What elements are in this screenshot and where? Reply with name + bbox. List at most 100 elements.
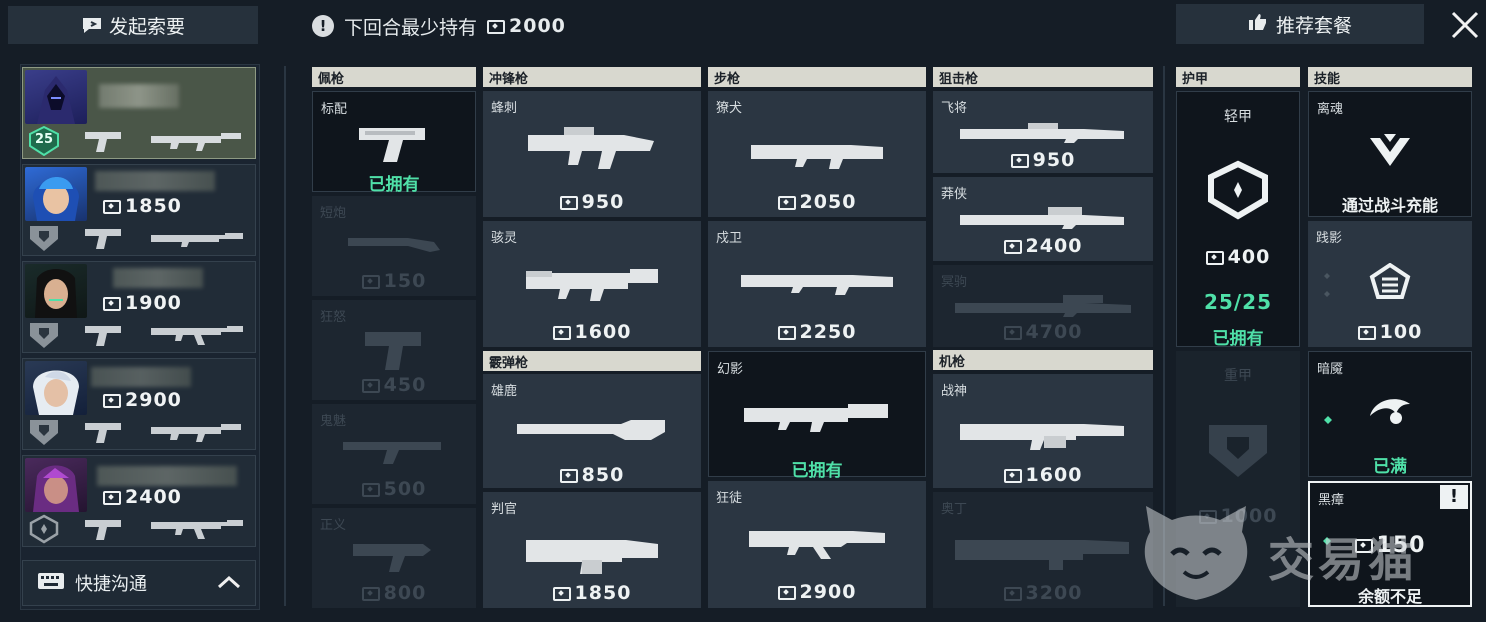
min-hold-notice: ! 下回合最少持有 2000 [312,13,566,39]
weapon-icon [958,121,1128,147]
weapon-cell-guardian[interactable]: 戍卫 2250 [708,221,926,347]
watermark-logo-icon [1136,502,1256,606]
player-money: 1850 [103,195,182,217]
quick-comm-label: 快捷沟通 [75,574,147,595]
player-card[interactable]: 2900 [22,358,256,450]
weapon-cell-classic[interactable]: 标配 已拥有 [312,91,476,195]
avatar [25,264,87,318]
keyboard-icon [37,572,65,595]
credits-icon [487,19,506,34]
weapon-icon [524,125,660,175]
weapon-icon [522,532,662,580]
player-name-blurred [97,466,237,486]
weapon-cell-ares[interactable]: 战神 1600 [933,374,1153,488]
category-header-smg: 冲锋枪 [483,67,701,87]
weapon-cell-odin[interactable]: 奥丁 3200 [933,492,1153,608]
category-header-shotgun: 霰弹枪 [483,351,701,371]
weapon-cell-operator[interactable]: 冥驹 4700 [933,265,1153,347]
weapon-price: 3200 [933,582,1153,604]
weapon-icon [953,528,1133,576]
ability-status: 通过战斗充能 [1341,196,1438,215]
weapon-price: 1600 [483,321,701,343]
request-icon [81,16,101,34]
player-name-blurred [91,367,191,387]
weapon-price: 150 [312,270,476,292]
owned-label: 已拥有 [791,461,843,481]
ability-cell-3[interactable]: 暗魇 已满 [1308,351,1472,477]
armor-cell-light[interactable]: 轻甲 400 25/25 已拥有 [1176,91,1300,349]
weapon-cell-bucky[interactable]: 雄鹿 850 [483,374,701,488]
weapon-cell-judge[interactable]: 判官 1850 [483,492,701,608]
category-header-armor: 护甲 [1176,67,1300,87]
weapon-price: 1850 [483,582,701,604]
weapon-icon [747,523,887,565]
player-card-self[interactable]: 25 [22,67,256,159]
alert-icon: ! [1440,485,1468,509]
category-header-snipers: 狙击枪 [933,67,1153,87]
category-header-sidearms: 佩枪 [312,67,476,87]
weapon-price: 2900 [708,581,926,603]
weapon-cell-spectre[interactable]: 骇灵 1600 [483,221,701,347]
weapon-icon [742,398,892,436]
player-card[interactable]: 1850 [22,164,256,256]
rifle-icon [149,130,245,156]
weapon-icon [747,135,887,175]
level-badge: 25 [27,125,61,157]
weapon-cell-sheriff[interactable]: 正义 800 [312,508,476,608]
request-button[interactable]: 发起索要 [8,6,258,44]
ability-price: 100 [1308,321,1472,343]
player-card[interactable]: 2400 [22,455,256,547]
shield-icon [27,417,61,447]
armor-price: 400 [1177,246,1299,268]
weapon-icon [355,122,433,168]
ability-status: 已满 [1373,457,1407,477]
weapon-cell-shorty[interactable]: 短炮 150 [312,196,476,296]
weapon-name: 标配 [321,102,348,117]
player-name-blurred [99,84,179,108]
weapon-cell-frenzy[interactable]: 狂怒 450 [312,300,476,400]
weapon-icon [739,267,895,301]
quick-comm-button[interactable]: 快捷沟通 [22,560,256,606]
weapon-icon [359,328,429,376]
rifle-icon [149,516,245,546]
weapon-cell-outlaw[interactable]: 莽侠 2400 [933,177,1153,261]
weapon-icon [958,414,1128,454]
thumbs-up-icon [1248,13,1268,36]
weapon-cell-bulldog[interactable]: 獠犬 2050 [708,91,926,217]
recommend-label: 推荐套餐 [1275,14,1352,37]
ability-icon [1366,394,1414,432]
weapon-price: 950 [483,191,701,213]
weapon-cell-ghost[interactable]: 鬼魅 500 [312,404,476,504]
ability-cell-2[interactable]: 践影 100 [1308,221,1472,347]
weapon-icon [522,259,662,307]
pistol-icon [83,322,127,352]
min-hold-text: 下回合最少持有 [344,16,478,39]
weapon-icon [958,205,1128,235]
charge-dots [1322,271,1332,301]
weapon-price: 450 [312,374,476,396]
weapon-icon [515,416,669,448]
avatar [25,458,87,512]
shield-icon [1203,421,1273,485]
ability-cell-1[interactable]: 离魂 通过战斗充能 [1308,91,1472,217]
category-header-rifles: 步枪 [708,67,926,87]
weapon-cell-phantom[interactable]: 幻影 已拥有 [708,351,926,481]
armor-count: 25/25 [1204,290,1272,314]
player-money: 2900 [103,389,182,411]
armor-name: 重甲 [1224,368,1252,384]
recommend-button[interactable]: 推荐套餐 [1176,4,1424,44]
weapon-cell-marshal[interactable]: 飞将 950 [933,91,1153,173]
request-label: 发起索要 [108,15,185,38]
weapon-cell-stinger[interactable]: 蜂刺 950 [483,91,701,217]
weapon-icon [339,436,449,470]
min-hold-amount: 2000 [487,15,566,37]
shield-icon [27,223,61,253]
weapon-price: 1600 [933,464,1153,486]
player-money: 1900 [103,292,182,314]
pistol-icon [83,516,127,546]
weapon-cell-vandal[interactable]: 狂徒 2900 [708,481,926,608]
close-icon[interactable] [1446,6,1484,44]
player-card[interactable]: 1900 [22,261,256,353]
warning-icon: ! [312,15,334,37]
charge-dot [1323,410,1333,424]
